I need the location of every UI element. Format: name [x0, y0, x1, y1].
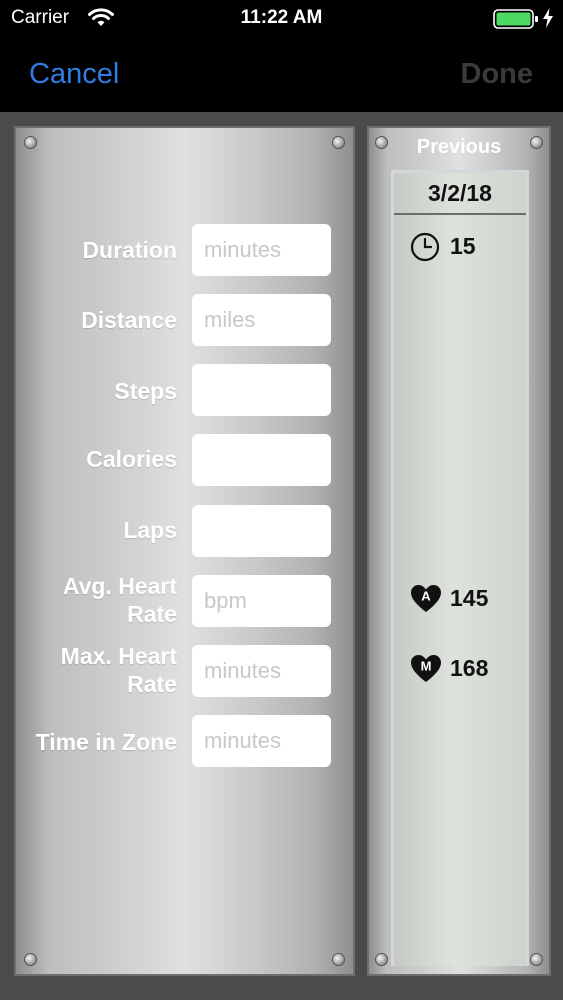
previous-date: 3/2/18	[428, 180, 492, 206]
distance-input[interactable]	[192, 294, 331, 346]
previous-workout-panel: Previous 3/2/18 15 A 145 M 168	[367, 126, 551, 976]
time-in-zone-label: Time in Zone	[35, 729, 177, 755]
previous-details: 3/2/18 15 A 145 M 168	[391, 170, 529, 966]
screw-icon	[24, 136, 37, 149]
max-heart-icon: M	[411, 655, 441, 682]
screw-icon	[375, 953, 388, 966]
avg-heart-icon: A	[411, 585, 441, 612]
status-bar: Carrier 11:22 AM	[0, 0, 563, 40]
clock-icon	[410, 232, 440, 262]
screw-icon	[332, 136, 345, 149]
duration-label: Duration	[82, 237, 177, 263]
steps-label: Steps	[114, 378, 177, 404]
max-heart-rate-input[interactable]	[192, 645, 331, 697]
workout-entry-panel: Duration Distance Steps Calories Laps Av…	[14, 126, 355, 976]
steps-input[interactable]	[192, 364, 331, 416]
cancel-button[interactable]: Cancel	[29, 58, 119, 91]
screen: Carrier 11:22 AM Cancel Done Duration mi…	[0, 0, 563, 1000]
previous-max-heart-rate-value: 168	[450, 655, 489, 681]
calories-label: Calories	[86, 446, 177, 472]
screw-icon	[332, 953, 345, 966]
distance-label: Distance	[81, 307, 177, 333]
max-heart-rate-label-line1: Max. Heart	[60, 643, 177, 669]
content-area: Duration Distance Steps Calories Laps Av…	[0, 112, 563, 1000]
max-heart-rate-label: Max. Heart Rate	[61, 642, 177, 698]
avg-heart-rate-label-line2: Rate	[127, 601, 177, 627]
previous-avg-heart-rate-value: 145	[450, 585, 489, 611]
screw-icon	[530, 953, 543, 966]
screw-icon	[24, 953, 37, 966]
calories-input[interactable]	[192, 434, 331, 486]
charging-bolt-icon	[543, 8, 553, 28]
done-button[interactable]: Done	[461, 58, 534, 91]
laps-input[interactable]	[192, 505, 331, 557]
duration-input[interactable]	[192, 224, 331, 276]
avg-heart-rate-input[interactable]	[192, 575, 331, 627]
divider	[394, 213, 526, 215]
time-in-zone-input[interactable]	[192, 715, 331, 767]
clock-label: 11:22 AM	[240, 7, 323, 28]
avg-heart-rate-label: Avg. Heart Rate	[63, 572, 177, 628]
avg-heart-icon-letter: A	[421, 589, 431, 604]
previous-title: Previous	[416, 136, 502, 158]
max-heart-icon-letter: M	[421, 659, 432, 674]
previous-duration-value: 15	[450, 233, 476, 259]
battery-icon	[493, 9, 538, 29]
max-heart-rate-label-line2: Rate	[127, 671, 177, 697]
laps-label: Laps	[123, 517, 177, 543]
avg-heart-rate-label-line1: Avg. Heart	[62, 573, 177, 599]
nav-bar: Cancel Done	[0, 40, 563, 112]
